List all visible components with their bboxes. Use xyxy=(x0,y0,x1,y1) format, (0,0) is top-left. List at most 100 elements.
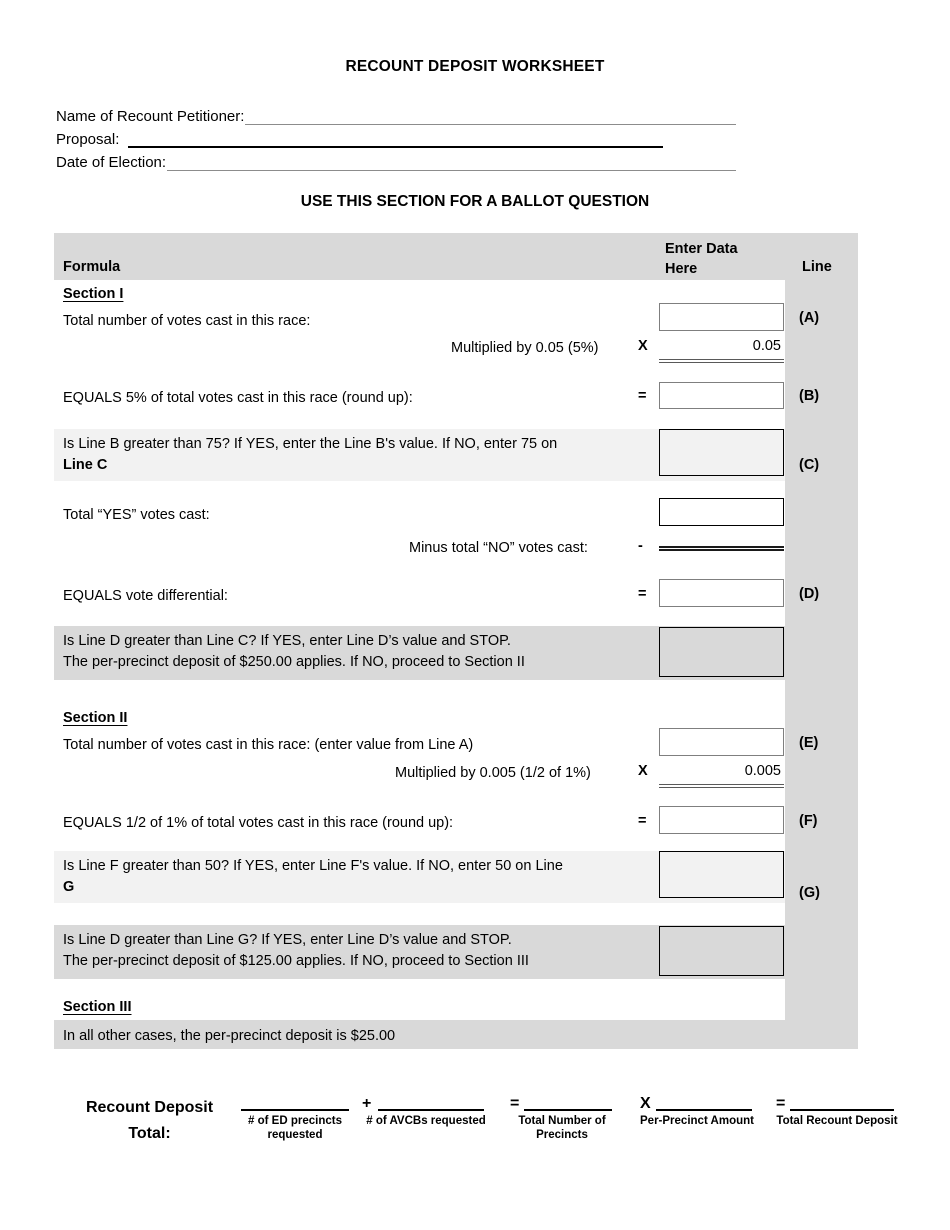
g-text-mid5: on xyxy=(511,858,536,874)
constant-value-005: 0.05 xyxy=(752,338,781,354)
d-check2-end: , proceed to Section II xyxy=(383,654,525,670)
input-line-d[interactable] xyxy=(659,579,784,607)
recount-deposit-total-section: Recount Deposit Total: # of ED precincts… xyxy=(0,1086,950,1166)
row-label-equals-half-percent: EQUALS 1/2 of 1% of total votes cast in … xyxy=(63,815,454,831)
c-text-pre: Is xyxy=(63,436,79,452)
total-symbol-5: = xyxy=(776,1095,786,1112)
input-line-d-check[interactable] xyxy=(659,627,784,677)
total-symbol-3: = xyxy=(510,1095,520,1112)
line-label-g: (G) xyxy=(799,885,820,901)
constant-value-0005: 0.005 xyxy=(744,763,781,779)
column-header-enter-data-line1: Enter Data xyxy=(665,241,738,257)
total-caption-total-recount-deposit: Total Recount Deposit xyxy=(776,1115,898,1127)
row-label-total-votes: Total number of votes cast in this race: xyxy=(63,313,311,329)
d-check-b1: Line D greater than Line C xyxy=(78,633,249,649)
header-fields: Name of Recount Petitioner: Proposal: Da… xyxy=(56,102,736,171)
section-heading-one: Section I xyxy=(63,286,124,302)
row-label-multiply-005: Multiplied by 0.05 (5%) xyxy=(451,340,599,356)
operator-equals-3: = xyxy=(638,813,647,829)
election-date-label: Date of Election: xyxy=(56,154,167,171)
g-text-b3: Line F's xyxy=(319,858,370,874)
worksheet-table: Formula Enter Data Here Line Section I T… xyxy=(54,233,858,1049)
input-line-e[interactable] xyxy=(659,728,784,756)
input-line-c[interactable] xyxy=(659,429,784,476)
total-caption-avcbs: # of AVCBs requested xyxy=(366,1115,486,1127)
d-check-b3: Line D’s xyxy=(346,633,399,649)
row-label-line-g-check-2: The per-precinct deposit of $125.00 appl… xyxy=(63,951,648,972)
c-text-b2: YES xyxy=(245,436,275,452)
input-line-f[interactable] xyxy=(659,806,784,834)
line-label-b: (B) xyxy=(799,388,820,404)
row-label-yes-votes: Total “YES” votes cast: xyxy=(63,507,210,523)
column-header-formula: Formula xyxy=(63,259,121,275)
d-check2-pre: The per-precinct deposit of xyxy=(63,654,240,670)
total-input-total-precincts[interactable] xyxy=(524,1108,612,1111)
election-date-input[interactable] xyxy=(167,154,736,171)
proposal-input[interactable] xyxy=(128,131,664,148)
total-symbol-4: X xyxy=(640,1095,651,1112)
g-text-b5: 50 xyxy=(495,858,512,874)
c-text-mid4: , enter xyxy=(475,436,521,452)
g-text-mid3: value. If xyxy=(369,858,429,874)
g-text-pre: Is xyxy=(63,858,79,874)
rule-under-no-votes xyxy=(659,546,784,551)
g-check2-b1: $125.00 xyxy=(239,953,292,969)
c-text-mid2: , enter the xyxy=(274,436,345,452)
line-label-f: (F) xyxy=(799,813,818,829)
g-check2-pre: The per-precinct deposit of xyxy=(63,953,240,969)
total-caption-ed-precincts: # of ED precincts requested xyxy=(248,1115,342,1141)
section-heading-two: Section II xyxy=(63,710,128,726)
e-text-b: Line A xyxy=(428,737,469,753)
input-yes-votes[interactable] xyxy=(659,498,784,526)
recount-deposit-total-label: Recount Deposit Total: xyxy=(62,1095,237,1147)
s3-b2: $25.00 xyxy=(350,1028,396,1044)
line-label-d: (D) xyxy=(799,586,820,602)
input-line-g-check[interactable] xyxy=(659,926,784,976)
row-label-line-g-cont: G xyxy=(63,879,75,895)
operator-minus: - xyxy=(638,538,643,554)
row-label-no-votes: Minus total “NO” votes cast: xyxy=(409,540,588,556)
line-label-c: (C) xyxy=(799,457,820,473)
d-check-end: . xyxy=(506,633,511,649)
s3-mid: the per-precinct deposit is xyxy=(176,1028,351,1044)
d-check-mid: ? If xyxy=(248,633,273,649)
g-check-mid3: value and xyxy=(399,932,471,948)
input-line-b[interactable] xyxy=(659,382,784,409)
column-header-enter-data: Enter Data Here xyxy=(665,239,738,279)
g-check2-b3: Section III xyxy=(464,953,529,969)
row-label-section-three-text: In all other cases, the per-precinct dep… xyxy=(63,1026,648,1047)
g-check-b2: YES xyxy=(273,932,303,948)
total-input-avcbs[interactable] xyxy=(378,1108,484,1111)
g-check-b1: Line D greater than Line G xyxy=(78,932,250,948)
input-line-a[interactable] xyxy=(659,303,784,331)
d-check2-b1: $250.00 xyxy=(239,654,292,670)
g-text-b6: Line xyxy=(535,858,563,874)
row-label-line-c-condition: Is Line B greater than 75? If YES, enter… xyxy=(63,434,648,455)
g-check-end: . xyxy=(507,932,512,948)
d-check2-mid: applies. If xyxy=(291,654,363,670)
petitioner-label: Name of Recount Petitioner: xyxy=(56,108,245,125)
rule-under-005 xyxy=(659,359,784,363)
g-check-mid2: , enter xyxy=(302,932,348,948)
field-row-election-date: Date of Election: xyxy=(56,148,736,171)
input-line-g[interactable] xyxy=(659,851,784,898)
total-caption-per-precinct-amount: Per-Precinct Amount xyxy=(640,1115,754,1127)
d-check2-b2: NO xyxy=(362,654,384,670)
column-header-line: Line xyxy=(802,259,832,275)
total-input-ed-precincts[interactable] xyxy=(241,1108,349,1111)
g-text-mid2: , enter xyxy=(273,858,320,874)
c-text-mid: ? If xyxy=(221,436,246,452)
g-check-b3: Line D’s xyxy=(347,932,400,948)
row-label-line-e: Total number of votes cast in this race:… xyxy=(63,735,473,756)
row-label-multiply-0005: Multiplied by 0.005 (1/2 of 1%) xyxy=(395,765,591,781)
total-input-per-precinct-amount[interactable] xyxy=(656,1108,752,1111)
s3-b1: In all other cases, xyxy=(63,1028,177,1044)
c-text-b5: 75 xyxy=(520,436,538,452)
total-input-total-recount-deposit[interactable] xyxy=(790,1108,894,1111)
field-row-petitioner: Name of Recount Petitioner: xyxy=(56,102,736,125)
operator-multiply-2: X xyxy=(638,763,648,779)
column-header-enter-data-line2: Here xyxy=(665,261,698,277)
petitioner-input[interactable] xyxy=(245,108,736,125)
section-heading-three: Section III xyxy=(63,999,132,1015)
d-check-b4: STOP xyxy=(469,633,507,649)
